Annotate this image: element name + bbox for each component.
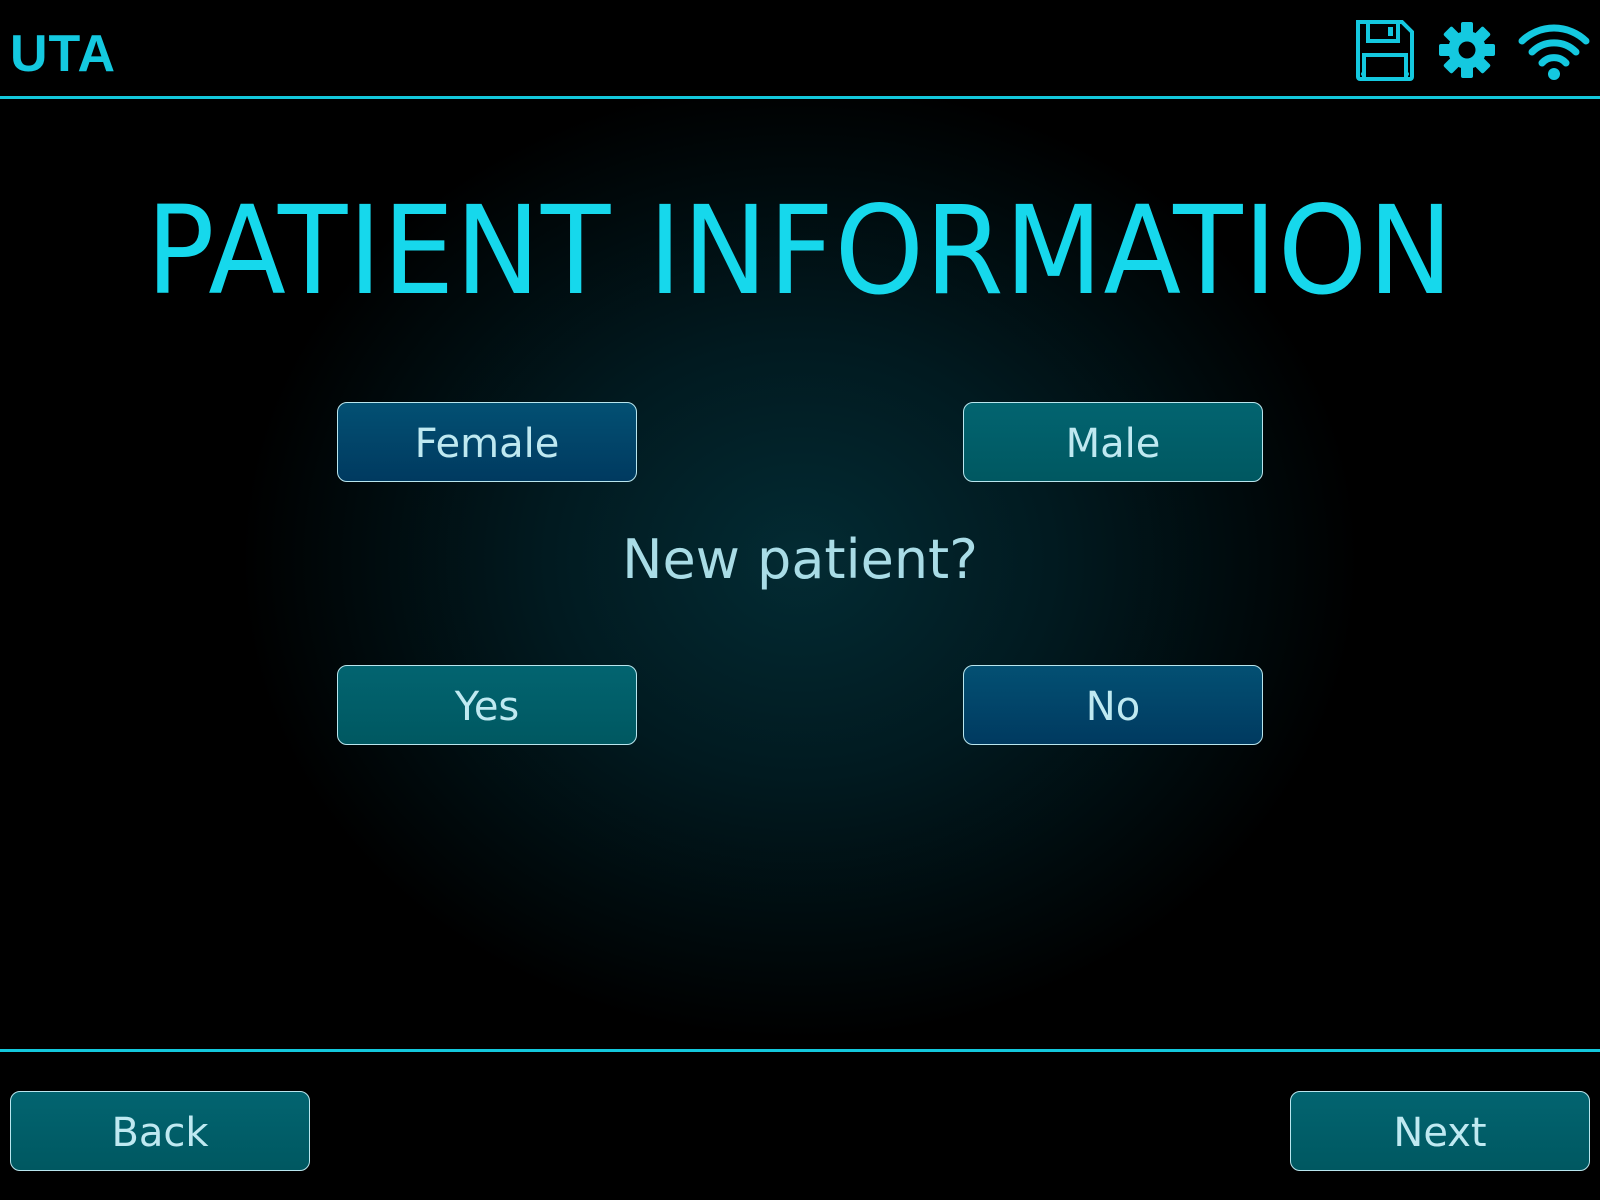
no-button[interactable]: No: [963, 665, 1263, 745]
back-button[interactable]: Back: [10, 1091, 310, 1171]
yes-button[interactable]: Yes: [337, 665, 637, 745]
header-divider: [0, 96, 1600, 99]
back-button-label: Back: [111, 1110, 209, 1156]
new-patient-question: New patient?: [622, 528, 978, 591]
yes-button-label: Yes: [454, 684, 520, 730]
male-button-label: Male: [1065, 421, 1161, 467]
female-button[interactable]: Female: [337, 402, 637, 482]
page-title: PATIENT INFORMATION: [146, 180, 1454, 322]
gear-icon[interactable]: [1438, 21, 1496, 79]
no-button-label: No: [1085, 684, 1141, 730]
top-bar: UTA: [0, 0, 1600, 98]
footer-divider: [0, 1049, 1600, 1052]
next-button[interactable]: Next: [1290, 1091, 1590, 1171]
next-button-label: Next: [1393, 1110, 1487, 1156]
male-button[interactable]: Male: [963, 402, 1263, 482]
header-icon-group: [1332, 16, 1590, 84]
save-icon[interactable]: [1354, 19, 1416, 81]
patient-info-screen: UTA PATIENT INFORMATION Female Male New …: [0, 0, 1600, 1200]
app-title: UTA: [10, 25, 117, 83]
female-button-label: Female: [414, 421, 560, 467]
wifi-icon[interactable]: [1518, 19, 1590, 81]
